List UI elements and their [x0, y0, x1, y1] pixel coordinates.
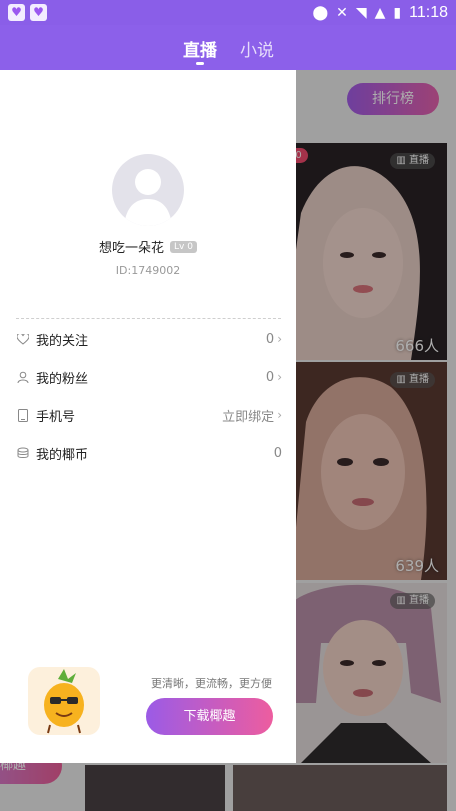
- chevron-right-icon: ›: [277, 370, 282, 384]
- coins-icon: [16, 446, 30, 460]
- menu-value: 0 ›: [266, 332, 282, 347]
- tab-live[interactable]: 直播: [183, 36, 217, 61]
- level-badge: Lv 0: [170, 240, 197, 253]
- menu-following[interactable]: 我的关注 0 ›: [16, 321, 282, 357]
- promo-text: 更清晰，更流畅，更方便: [151, 677, 272, 690]
- user-id: ID:1749002: [115, 264, 181, 277]
- app-notification-icon: ♥: [8, 4, 25, 21]
- wifi-icon: ◥: [355, 4, 367, 21]
- username: 想吃一朵花: [99, 241, 165, 256]
- location-icon: ⬤: [312, 4, 329, 21]
- menu-value: 立即绑定 ›: [222, 406, 282, 425]
- user-info: 想吃一朵花 Lv 0: [0, 237, 296, 256]
- menu-coins[interactable]: 我的椰币 0: [16, 435, 282, 471]
- following-count: 0: [265, 331, 275, 347]
- heart-icon: [16, 332, 30, 346]
- menu-label: 我的椰币: [36, 447, 89, 463]
- user-placeholder-icon: [124, 169, 172, 226]
- status-time: 11:18: [409, 3, 448, 21]
- menu-phone[interactable]: 手机号 立即绑定 ›: [16, 397, 282, 433]
- menu-value: 0: [274, 446, 282, 461]
- phone-icon: [16, 408, 30, 422]
- signal-icon: ▲: [374, 4, 386, 21]
- menu-value: 0 ›: [266, 370, 282, 385]
- download-app-button[interactable]: 下载椰趣: [146, 698, 273, 735]
- avatar[interactable]: [112, 154, 184, 226]
- side-drawer: 想吃一朵花 Lv 0 ID:1749002 我的关注 0 › 我的粉丝 0 › …: [0, 70, 296, 763]
- vibrate-icon: ✕: [336, 4, 348, 21]
- menu-label: 手机号: [36, 409, 76, 425]
- battery-icon: ▮: [393, 4, 402, 21]
- coins-count: 0: [273, 445, 282, 461]
- followers-count: 0: [265, 369, 275, 385]
- menu-label: 我的粉丝: [36, 371, 89, 387]
- divider: [16, 318, 281, 319]
- menu-label: 我的关注: [36, 333, 89, 349]
- app-mascot-logo: [28, 667, 100, 735]
- person-icon: [16, 370, 30, 384]
- active-tab-indicator: [196, 62, 204, 65]
- tab-novel[interactable]: 小说: [240, 36, 274, 61]
- bind-phone-link[interactable]: 立即绑定: [222, 406, 274, 425]
- status-bar: ♥ ♥ ⬤ ✕ ◥ ▲ ▮ 11:18: [0, 0, 456, 25]
- app-notification-icon: ♥: [30, 4, 47, 21]
- chevron-right-icon: ›: [277, 332, 282, 346]
- chevron-right-icon: ›: [277, 408, 282, 422]
- top-tab-bar: 直播 小说: [0, 25, 456, 70]
- menu-followers[interactable]: 我的粉丝 0 ›: [16, 359, 282, 395]
